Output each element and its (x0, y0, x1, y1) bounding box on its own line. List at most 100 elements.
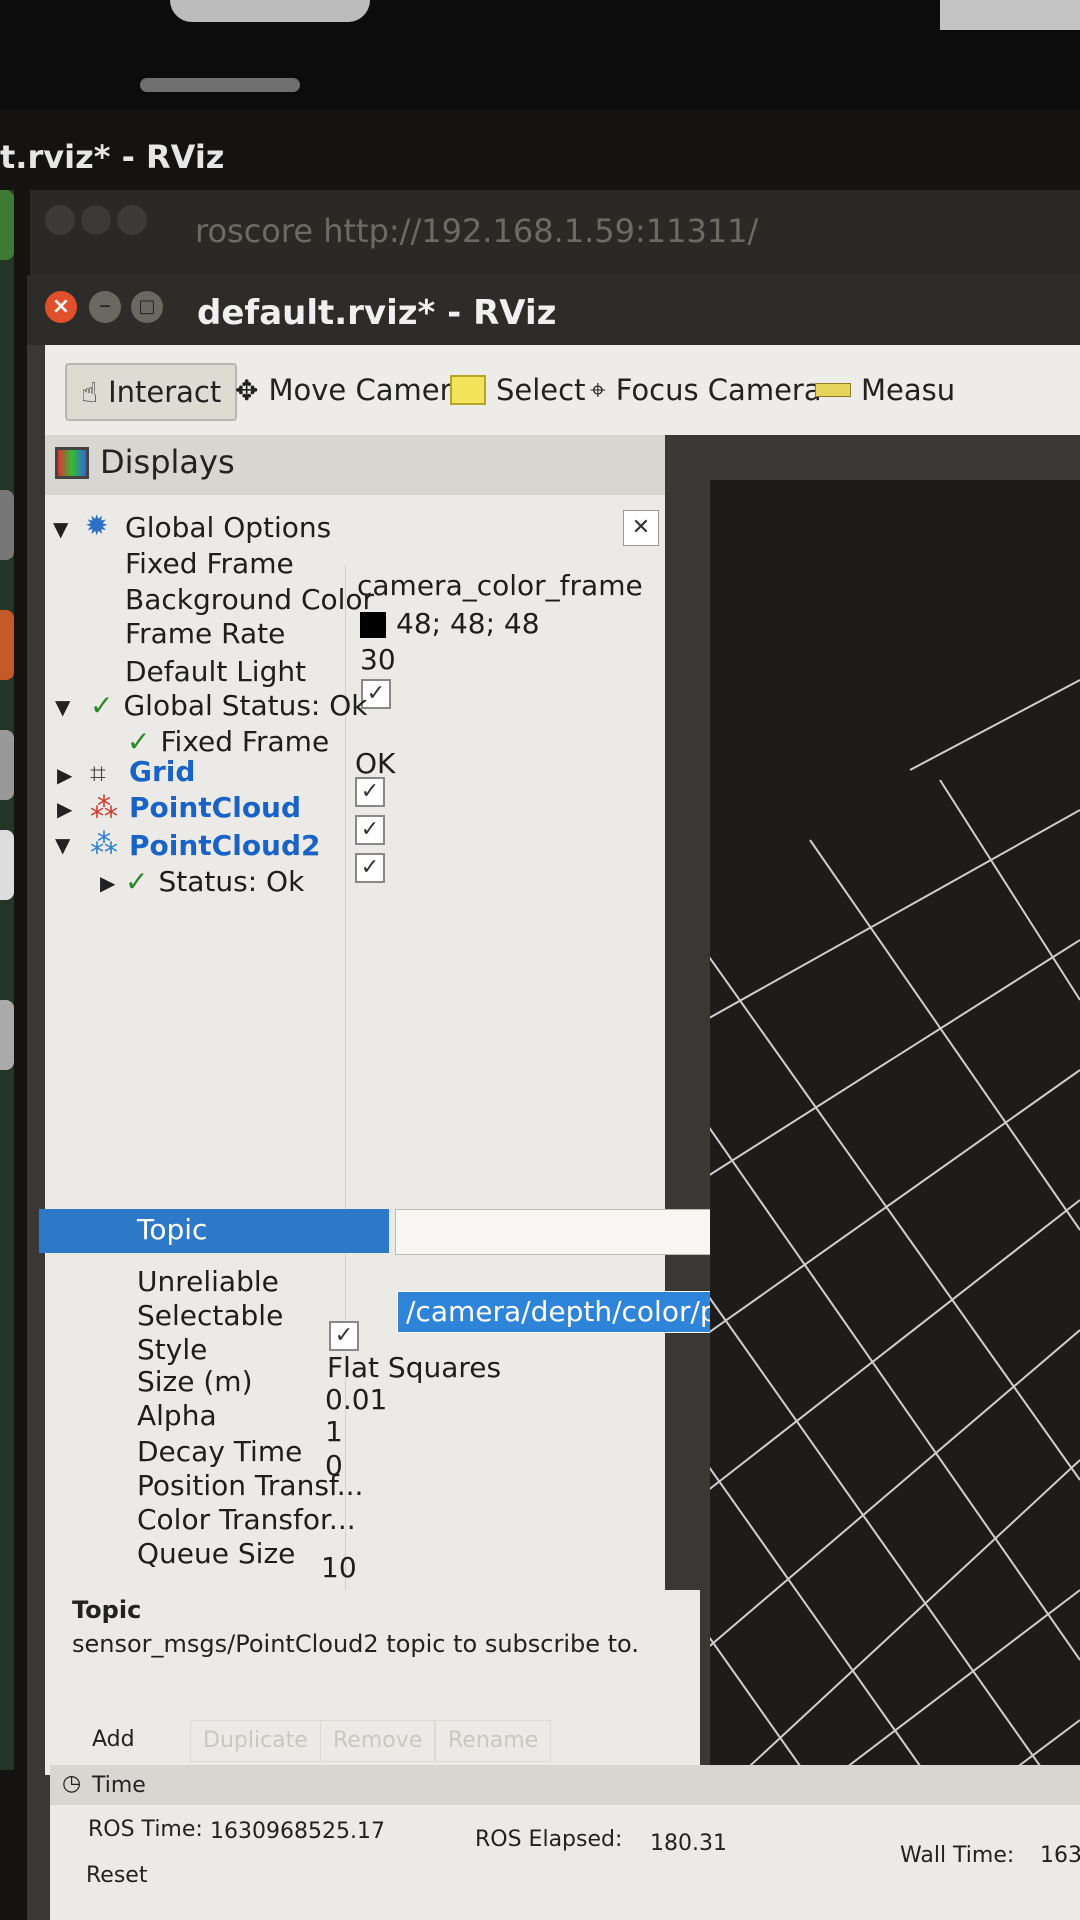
hand-icon: ☝ (81, 375, 99, 409)
dock-launcher (0, 190, 14, 1770)
tool-measure-button[interactable]: Measu (815, 363, 955, 417)
status-ok-icon: ✓ (90, 689, 114, 722)
alpha-label: Alpha (137, 1399, 217, 1432)
status-ok-icon: ✓ (127, 725, 151, 758)
light-glare (940, 0, 1080, 30)
pointcloud2-enabled-checkbox[interactable]: ✓ (355, 853, 385, 883)
background-color-field[interactable]: 48; 48; 48 (360, 607, 540, 640)
grid-icon: ⌗ (90, 757, 106, 790)
help-title: Topic (72, 1596, 142, 1624)
window-maximize-button[interactable]: □ (131, 291, 163, 323)
size-value[interactable]: 0.01 (325, 1383, 387, 1416)
time-panel-header: ◷ Time (50, 1765, 1080, 1805)
grid-line (710, 1296, 1051, 1780)
global-status-row[interactable]: ✓ Global Status: Ok (90, 689, 368, 722)
collapsed-arrow-icon[interactable]: ▶ (57, 763, 72, 787)
add-display-button[interactable]: Add (92, 1720, 135, 1760)
size-label: Size (m) (137, 1365, 253, 1398)
gear-icon: ✹ (85, 509, 109, 542)
tool-select-button[interactable]: Select (450, 363, 585, 417)
position-transformer-label: Position Transf... (137, 1469, 364, 1502)
launcher-icon[interactable] (0, 1000, 14, 1070)
display-pointcloud-label[interactable]: PointCloud (129, 791, 301, 824)
selectable-checkbox[interactable]: ✓ (329, 1321, 359, 1351)
launcher-icon[interactable] (0, 610, 14, 680)
grid-line (710, 1329, 1080, 1648)
unreliable-label: Unreliable (137, 1265, 279, 1298)
queue-size-value[interactable]: 10 (321, 1551, 357, 1584)
grid-line (710, 1126, 1080, 1661)
collapsed-arrow-icon[interactable]: ▶ (57, 797, 72, 821)
alpha-value[interactable]: 1 (325, 1415, 343, 1448)
tool-interact-button[interactable]: ☝ Interact (65, 363, 238, 421)
background-window-title: t.rviz* - RViz (0, 138, 225, 176)
remove-button[interactable]: Remove (320, 1720, 436, 1762)
expand-arrow-icon[interactable]: ▼ (55, 833, 70, 857)
terminal-title: roscore http://192.168.1.59:11311/ (195, 212, 759, 250)
time-status-bar: ROS Time: 1630968525.17 ROS Elapsed: 180… (50, 1805, 1080, 1920)
grid-line (710, 809, 1080, 1019)
launcher-icon[interactable] (0, 830, 14, 900)
global-options-label[interactable]: Global Options (125, 511, 331, 544)
terminal-window-buttons (45, 205, 153, 239)
displays-button-row: Add Duplicate Remove Rename (50, 1710, 700, 1765)
ros-elapsed-value: 180.31 (650, 1831, 727, 1856)
background-color-label: Background Color (125, 583, 375, 616)
frame-rate-value[interactable]: 30 (360, 643, 396, 676)
display-pointcloud2-label[interactable]: PointCloud2 (129, 829, 321, 862)
display-grid-label[interactable]: Grid (129, 755, 195, 788)
reset-button[interactable]: Reset (86, 1863, 147, 1888)
monitor-icon (55, 447, 89, 479)
pointcloud-enabled-checkbox[interactable]: ✓ (355, 815, 385, 845)
launcher-icon[interactable] (0, 490, 14, 560)
topic-combobox[interactable]: ▼ (395, 1209, 742, 1255)
launcher-icon[interactable] (0, 190, 14, 260)
tool-move-camera-button[interactable]: ✥ Move Camera (235, 363, 469, 417)
grid-line (829, 1589, 1080, 1780)
tool-focus-camera-button[interactable]: ⌖ Focus Camera (590, 363, 822, 417)
tool-label: Measu (861, 373, 956, 407)
window-minimize-button[interactable]: – (89, 291, 121, 323)
grid-line (710, 1069, 1080, 1333)
tool-label: Interact (108, 375, 222, 409)
displays-panel-header: Displays (45, 435, 665, 495)
light-glare (140, 78, 300, 92)
pointcloud2-status-label: Status: Ok (158, 865, 305, 898)
background-color-value: 48; 48; 48 (396, 607, 540, 640)
duplicate-button[interactable]: Duplicate (190, 1720, 321, 1762)
ros-time-value: 1630968525.17 (210, 1819, 385, 1844)
tool-label: Select (496, 373, 586, 407)
decay-time-label: Decay Time (137, 1435, 303, 1468)
pointcloud2-icon: ⁂ (90, 827, 118, 860)
monitor-bezel (0, 0, 1080, 110)
title-bar: × – □ default.rviz* - RViz (27, 275, 1080, 345)
panel-close-button[interactable]: ✕ (623, 510, 659, 546)
expand-arrow-icon[interactable]: ▼ (53, 517, 68, 541)
tool-bar: ☝ Interact ✥ Move Camera Select ⌖ Focus … (45, 345, 1080, 435)
rename-button[interactable]: Rename (435, 1720, 552, 1762)
grid-line (939, 779, 1080, 1001)
3d-render-viewport[interactable] (710, 480, 1080, 1780)
pointcloud2-status-row[interactable]: ✓ Status: Ok (125, 865, 304, 898)
grid-line (909, 679, 1080, 771)
light-glare (170, 0, 370, 22)
queue-size-label: Queue Size (137, 1537, 296, 1570)
ruler-icon (815, 383, 851, 397)
style-value[interactable]: Flat Squares (327, 1351, 501, 1384)
topic-row-selected[interactable] (39, 1209, 389, 1253)
window-close-button[interactable]: × (45, 291, 77, 323)
tool-label: Move Camera (268, 373, 470, 407)
window-title: default.rviz* - RViz (197, 293, 557, 333)
fixed-frame-value[interactable]: camera_color_frame (357, 569, 643, 602)
status-ok-icon: ✓ (125, 865, 149, 898)
launcher-icon[interactable] (0, 730, 14, 800)
ros-elapsed-label: ROS Elapsed: (475, 1827, 623, 1852)
grid-enabled-checkbox[interactable]: ✓ (355, 777, 385, 807)
topic-label: Topic (137, 1213, 208, 1246)
selectable-label: Selectable (137, 1299, 284, 1332)
grid-line (710, 939, 1080, 1176)
time-panel-title: Time (92, 1773, 146, 1798)
fixed-frame-label: Fixed Frame (125, 547, 294, 580)
expand-arrow-icon[interactable]: ▼ (55, 695, 70, 719)
collapsed-arrow-icon[interactable]: ▶ (100, 871, 115, 895)
